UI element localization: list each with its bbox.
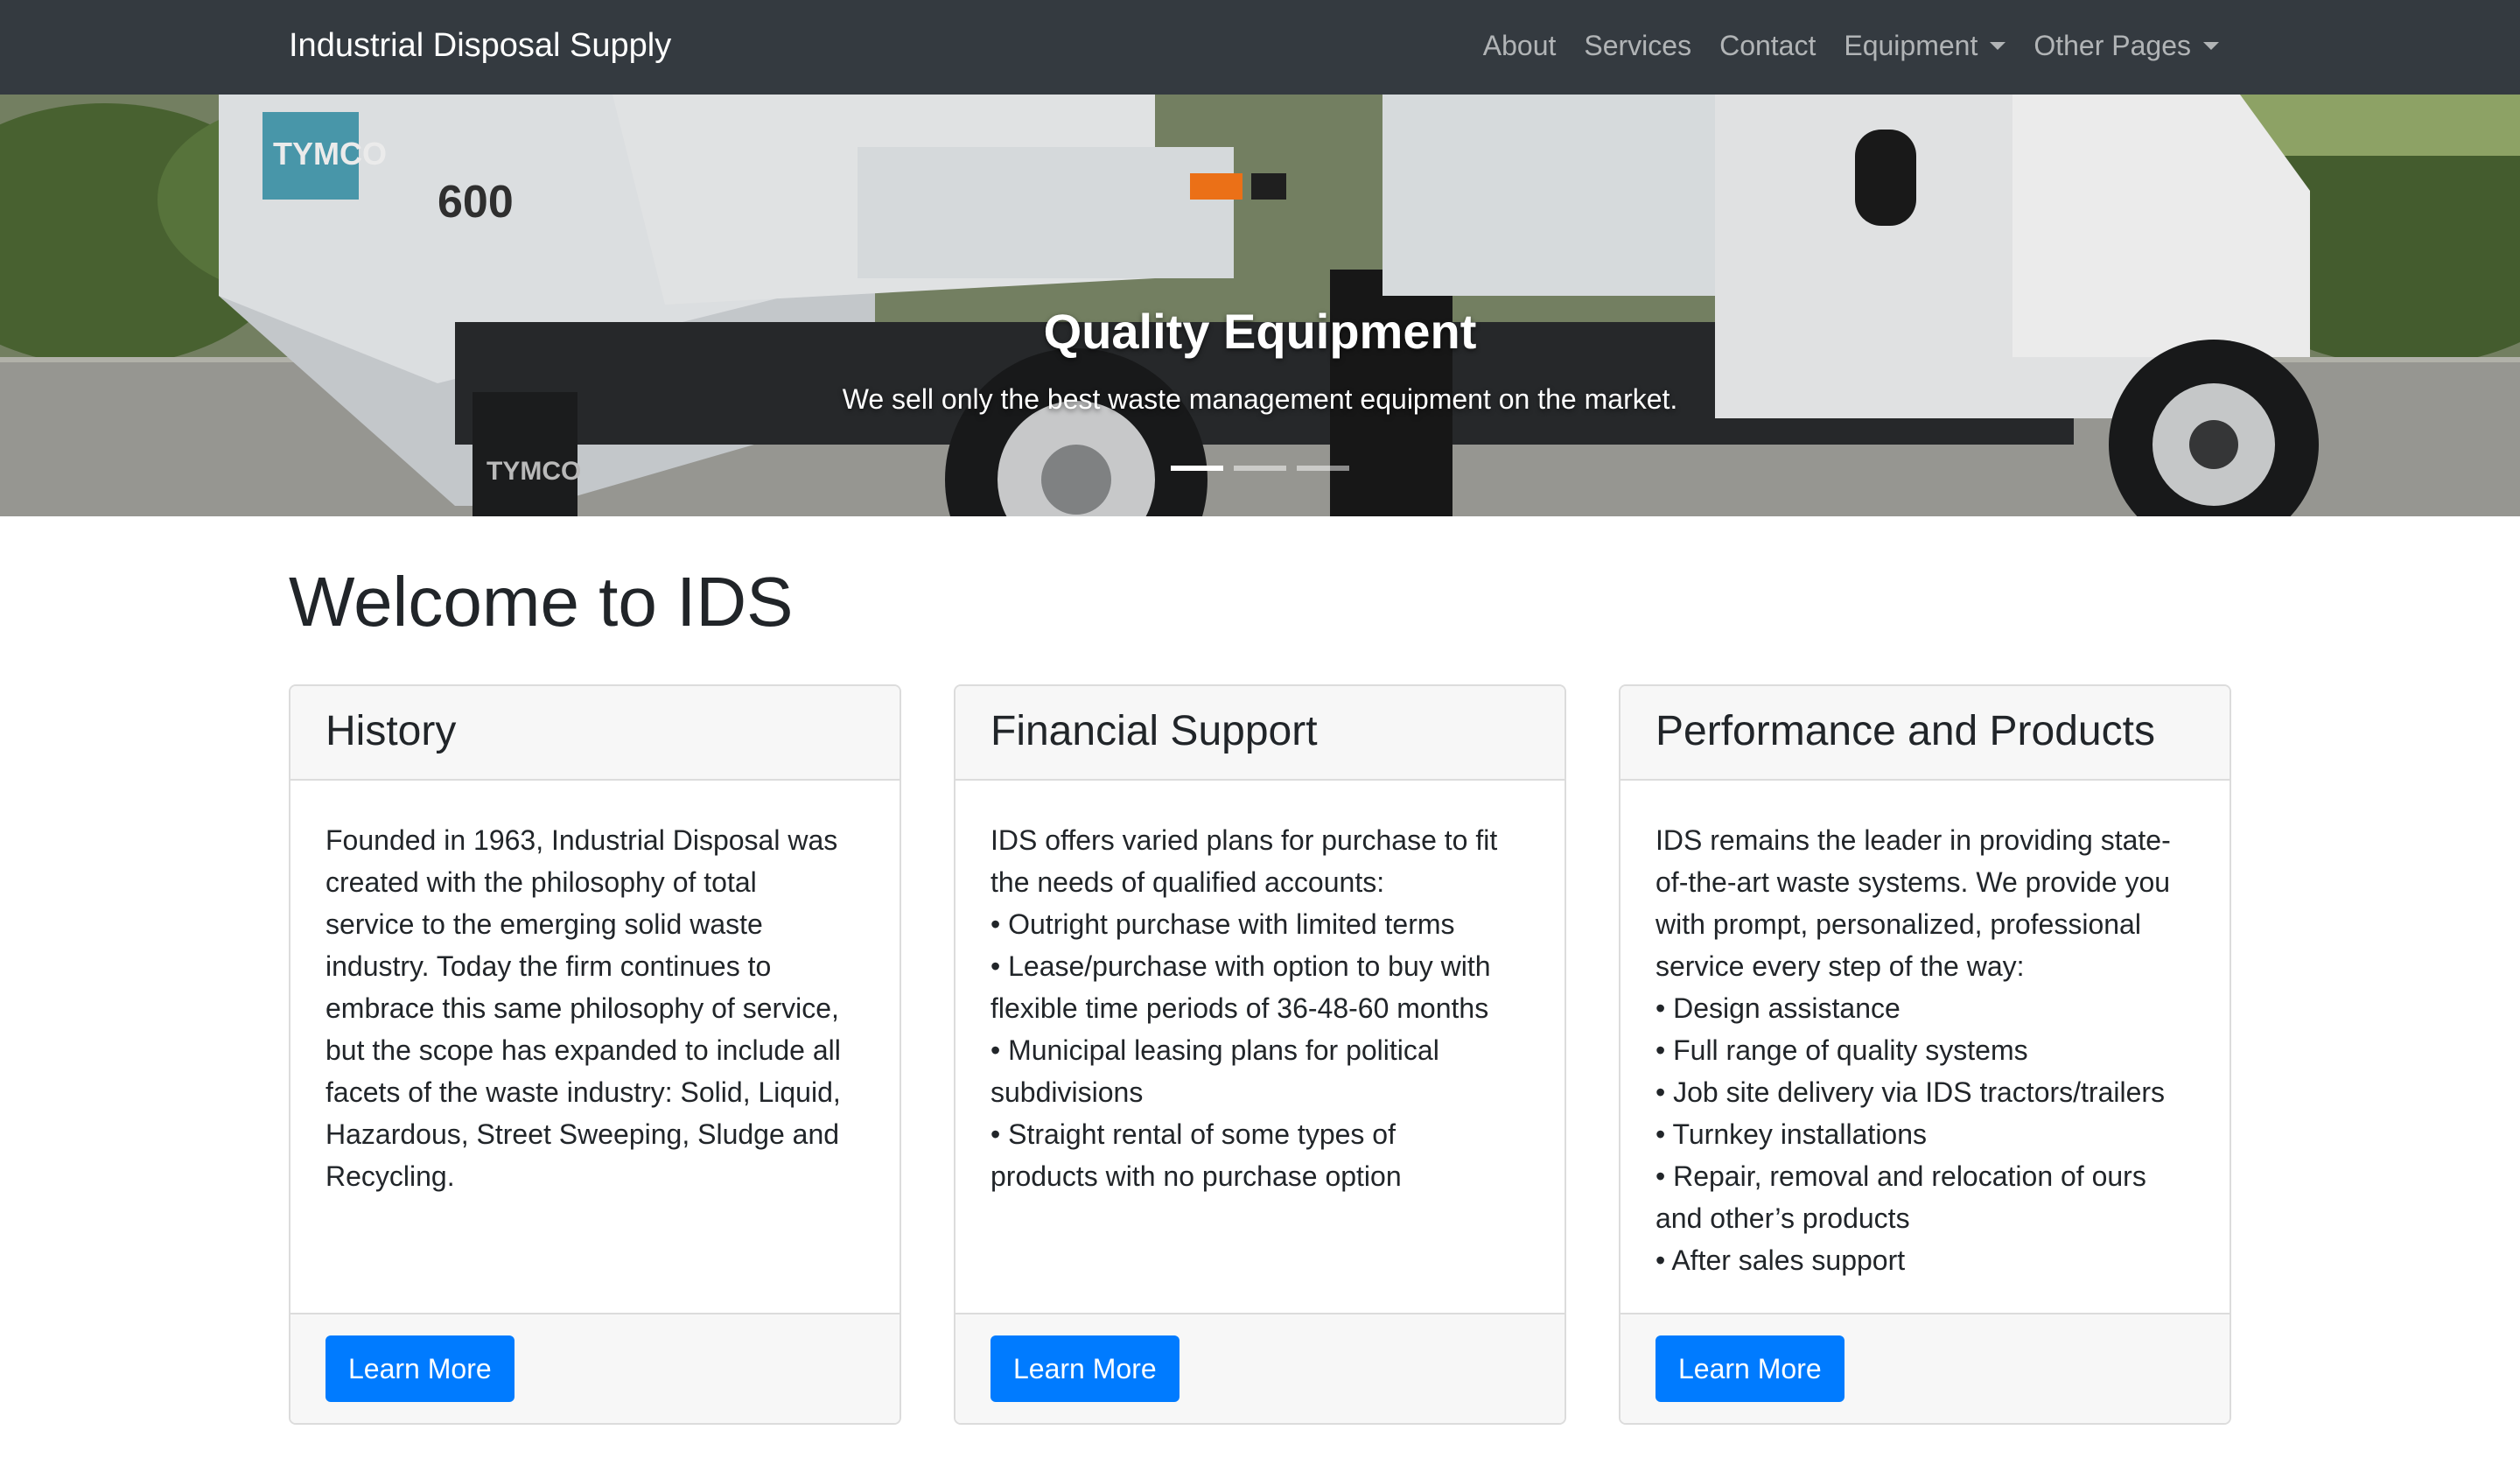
card-history: History Founded in 1963, Industrial Disp…: [289, 684, 901, 1425]
navbar: Industrial Disposal Supply About Service…: [0, 0, 2520, 95]
card-text-line: • After sales support: [1656, 1244, 1906, 1276]
card-header: Performance and Products: [1620, 686, 2230, 781]
nav-link-contact[interactable]: Contact: [1719, 23, 1816, 68]
card-text-line: subdivisions: [990, 1076, 1144, 1108]
nav-link-label: Equipment: [1844, 30, 1978, 61]
card-text-line: • Turnkey installations: [1656, 1118, 1928, 1150]
card-financial-support: Financial Support IDS offers varied plan…: [954, 684, 1566, 1425]
page-title: Welcome to IDS: [289, 563, 794, 641]
nav-dropdown-other-pages[interactable]: Other Pages: [2034, 23, 2219, 68]
card-text-line: service every step of the way:: [1656, 950, 2025, 982]
card-text-line: embrace this same philosophy of service,: [326, 992, 839, 1024]
card-text-line: the needs of qualified accounts:: [990, 866, 1385, 898]
nav-link-label: Services: [1584, 30, 1692, 61]
nav-links: About Services Contact Equipment Other P…: [1455, 23, 2219, 68]
card-text-line: • Full range of quality systems: [1656, 1034, 2028, 1066]
card-text-line: Hazardous, Street Sweeping, Sludge and: [326, 1118, 840, 1150]
card-body: IDS offers varied plans for purchase to …: [956, 781, 1564, 1313]
card-text-line: with prompt, personalized, professional: [1656, 908, 2141, 940]
card-text-line: • Straight rental of some types of: [990, 1118, 1396, 1150]
carousel-indicator[interactable]: [1234, 466, 1286, 471]
card-performance-products: Performance and Products IDS remains the…: [1619, 684, 2231, 1425]
nav-link-label: Contact: [1719, 30, 1816, 61]
nav-link-label: About: [1482, 30, 1557, 61]
card-text-line: created with the philosophy of total: [326, 866, 757, 898]
card-text-line: Recycling.: [326, 1160, 455, 1192]
card-text-line: but the scope has expanded to include al…: [326, 1034, 841, 1066]
card-text-line: and other’s products: [1656, 1202, 1910, 1234]
card-text-line: Founded in 1963, Industrial Disposal was: [326, 824, 838, 856]
card-text-line: of-the-art waste systems. We provide you: [1656, 866, 2171, 898]
card-footer: Learn More: [290, 1313, 900, 1423]
caret-down-icon: [2203, 41, 2219, 50]
learn-more-button[interactable]: Learn More: [326, 1335, 514, 1402]
nav-link-services[interactable]: Services: [1584, 23, 1691, 68]
carousel-indicator[interactable]: [1297, 466, 1349, 471]
card-header: History: [290, 686, 900, 781]
nav-link-about[interactable]: About: [1483, 23, 1557, 68]
learn-more-button[interactable]: Learn More: [990, 1335, 1180, 1402]
card-text-line: industry. Today the firm continues to: [326, 950, 772, 982]
carousel-indicator[interactable]: [1171, 466, 1223, 471]
card-text-line: • Job site delivery via IDS tractors/tra…: [1656, 1076, 2166, 1108]
card-text-line: IDS remains the leader in providing stat…: [1656, 824, 2171, 856]
nav-dropdown-equipment[interactable]: Equipment: [1844, 23, 2006, 68]
carousel-caption-title: Quality Equipment: [1043, 304, 1477, 359]
carousel-caption-text: We sell only the best waste management e…: [842, 383, 1678, 415]
card-text-line: • Design assistance: [1656, 992, 1900, 1024]
cards-row: History Founded in 1963, Industrial Disp…: [289, 684, 2231, 1425]
card-footer: Learn More: [956, 1313, 1564, 1423]
brand-link[interactable]: Industrial Disposal Supply: [289, 23, 671, 68]
card-text-line: • Outright purchase with limited terms: [990, 908, 1455, 940]
card-text-line: • Repair, removal and relocation of ours: [1656, 1160, 2146, 1192]
card-text-line: facets of the waste industry: Solid, Liq…: [326, 1076, 841, 1108]
card-text-line: flexible time periods of 36-48-60 months: [990, 992, 1489, 1024]
nav-link-label: Other Pages: [2034, 30, 2191, 61]
card-text-line: • Lease/purchase with option to buy with: [990, 950, 1491, 982]
learn-more-button[interactable]: Learn More: [1656, 1335, 1844, 1402]
card-text-line: service to the emerging solid waste: [326, 908, 763, 940]
carousel-indicators: [0, 466, 2520, 473]
card-text-line: IDS offers varied plans for purchase to …: [990, 824, 1498, 856]
card-text-line: products with no purchase option: [990, 1160, 1402, 1192]
card-text-line: • Municipal leasing plans for political: [990, 1034, 1439, 1066]
card-header: Financial Support: [956, 686, 1564, 781]
hero-carousel[interactable]: TYMCO 600 TYMCO Quality Equipment We sel…: [0, 95, 2520, 516]
card-footer: Learn More: [1620, 1313, 2230, 1423]
caret-down-icon: [1990, 41, 2006, 50]
card-body: IDS remains the leader in providing stat…: [1620, 781, 2230, 1313]
card-body: Founded in 1963, Industrial Disposal was…: [290, 781, 900, 1313]
